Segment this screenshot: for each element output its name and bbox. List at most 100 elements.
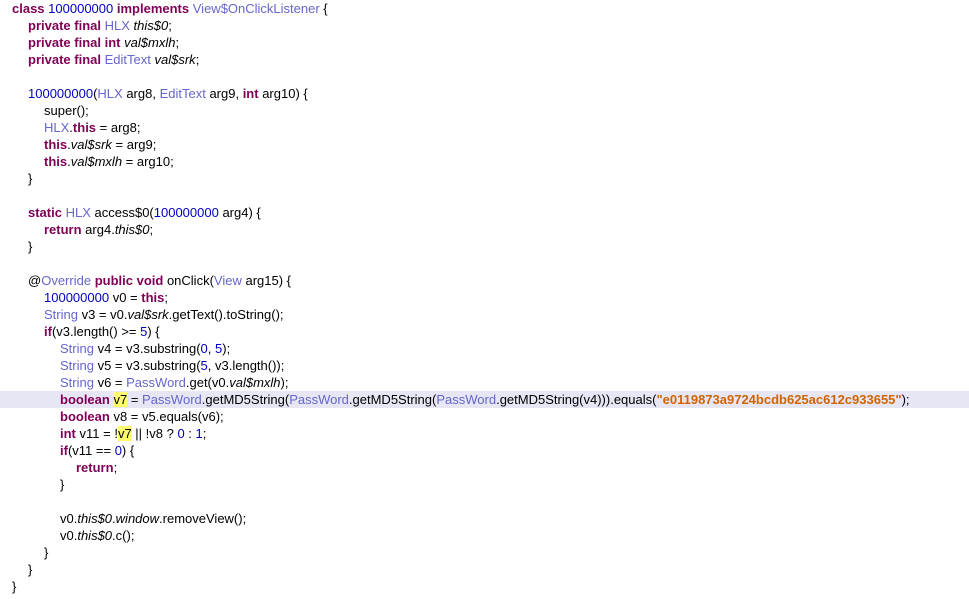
code-token: return xyxy=(44,222,82,237)
code-token: arg15) { xyxy=(241,273,292,288)
code-token: ; xyxy=(175,35,180,50)
code-token: class xyxy=(12,1,45,16)
code-token: int xyxy=(60,426,76,441)
code-line[interactable]: } xyxy=(0,561,969,578)
code-token: if xyxy=(44,324,52,339)
code-token: ; xyxy=(113,460,118,475)
code-line[interactable]: v0.this$0.c(); xyxy=(0,527,969,544)
code-token: .getText().toString(); xyxy=(168,307,284,322)
code-token: final xyxy=(74,35,101,50)
code-line[interactable]: HLX.this = arg8; xyxy=(0,119,969,136)
code-token: ; xyxy=(202,426,207,441)
code-token: = xyxy=(127,392,143,407)
code-line[interactable] xyxy=(0,68,969,85)
code-token: v6 = xyxy=(93,375,127,390)
code-line[interactable]: String v5 = v3.substring(5, v3.length())… xyxy=(0,357,969,374)
code-line[interactable] xyxy=(0,493,969,510)
code-line[interactable]: boolean v8 = v5.equals(v6); xyxy=(0,408,969,425)
code-token: if xyxy=(60,443,68,458)
code-token: 0 xyxy=(114,443,122,458)
code-token: (v3.length() >= xyxy=(51,324,141,339)
code-line[interactable]: if(v11 == 0) { xyxy=(0,442,969,459)
code-line[interactable]: 100000000(HLX arg8, EditText arg9, int a… xyxy=(0,85,969,102)
code-line[interactable]: String v6 = PassWord.get(v0.val$mxlh); xyxy=(0,374,969,391)
code-token: ); xyxy=(222,341,231,356)
code-token: this xyxy=(44,154,68,169)
code-token: final xyxy=(74,52,101,67)
code-token: .getMD5String( xyxy=(201,392,290,407)
code-line[interactable]: this.val$srk = arg9; xyxy=(0,136,969,153)
code-token: v0. xyxy=(60,511,78,526)
code-token: String xyxy=(44,307,78,322)
code-token: static xyxy=(28,205,62,220)
code-token: void xyxy=(136,273,164,288)
code-token: , xyxy=(207,341,216,356)
code-token: final xyxy=(74,18,101,33)
code-token: .removeView(); xyxy=(159,511,247,526)
code-token: HLX xyxy=(65,205,91,220)
code-token: val$mxlh xyxy=(124,35,176,50)
code-line[interactable] xyxy=(0,255,969,272)
code-token: onClick( xyxy=(163,273,214,288)
code-token: .getMD5String(v4))).equals( xyxy=(496,392,657,407)
code-token: String xyxy=(60,358,94,373)
code-token: 5 xyxy=(200,358,208,373)
code-line[interactable]: return; xyxy=(0,459,969,476)
code-token: access$0( xyxy=(90,205,154,220)
code-token: this$0 xyxy=(114,222,150,237)
code-token: EditText xyxy=(159,86,206,101)
code-line[interactable]: v0.this$0.window.removeView(); xyxy=(0,510,969,527)
code-line[interactable]: private final int val$mxlh; xyxy=(0,34,969,51)
code-line[interactable]: return arg4.this$0; xyxy=(0,221,969,238)
code-line[interactable]: String v4 = v3.substring(0, 5); xyxy=(0,340,969,357)
code-line[interactable]: } xyxy=(0,170,969,187)
code-line[interactable]: String v3 = v0.val$srk.getText().toStrin… xyxy=(0,306,969,323)
code-line[interactable]: class 100000000 implements View$OnClickL… xyxy=(0,0,969,17)
code-token: ) { xyxy=(121,443,135,458)
code-line[interactable]: this.val$mxlh = arg10; xyxy=(0,153,969,170)
code-token: ) { xyxy=(147,324,160,339)
code-token: private xyxy=(28,18,71,33)
code-line[interactable]: 100000000 v0 = this; xyxy=(0,289,969,306)
code-line[interactable]: private final HLX this$0; xyxy=(0,17,969,34)
code-token: val$srk xyxy=(127,307,169,322)
code-token: PassWord xyxy=(436,392,497,407)
code-token: ; xyxy=(149,222,154,237)
code-token: super(); xyxy=(44,103,89,118)
code-token: ); xyxy=(280,375,289,390)
code-token: } xyxy=(28,171,33,186)
code-token: } xyxy=(60,477,65,492)
code-line[interactable] xyxy=(0,187,969,204)
code-token: v3 = v0. xyxy=(77,307,128,322)
code-line[interactable]: private final EditText val$srk; xyxy=(0,51,969,68)
code-token: boolean xyxy=(60,392,110,407)
code-token: v8 = v5.equals(v6); xyxy=(109,409,224,424)
code-editor[interactable]: class 100000000 implements View$OnClickL… xyxy=(0,0,969,599)
code-line[interactable]: @Override public void onClick(View arg15… xyxy=(0,272,969,289)
code-line[interactable]: int v11 = !v7 || !v8 ? 0 : 1; xyxy=(0,425,969,442)
code-line[interactable]: } xyxy=(0,578,969,595)
code-token: private xyxy=(28,35,71,50)
code-token: View xyxy=(213,273,242,288)
code-token: v0 = xyxy=(109,290,142,305)
code-line[interactable]: boolean v7 = PassWord.getMD5String(PassW… xyxy=(0,391,969,408)
code-token: HLX xyxy=(104,18,130,33)
code-line[interactable]: } xyxy=(0,238,969,255)
code-line[interactable]: } xyxy=(0,544,969,561)
code-token: ); xyxy=(901,392,910,407)
code-line[interactable]: if(v3.length() >= 5) { xyxy=(0,323,969,340)
code-token: val$mxlh xyxy=(70,154,123,169)
code-token: PassWord xyxy=(289,392,349,407)
code-token: = arg9; xyxy=(111,137,157,152)
code-token: String xyxy=(60,341,94,356)
code-line[interactable]: super(); xyxy=(0,102,969,119)
code-token: this xyxy=(44,137,68,152)
code-token: HLX xyxy=(44,120,70,135)
code-token: View$OnClickListener xyxy=(192,1,320,16)
code-token: return xyxy=(76,460,114,475)
code-line[interactable]: } xyxy=(0,476,969,493)
code-token: int xyxy=(242,86,259,101)
code-line[interactable]: static HLX access$0(100000000 arg4) { xyxy=(0,204,969,221)
code-token: = arg8; xyxy=(96,120,141,135)
code-token: "e0119873a9724bcdb625ac612c933655" xyxy=(656,392,902,407)
